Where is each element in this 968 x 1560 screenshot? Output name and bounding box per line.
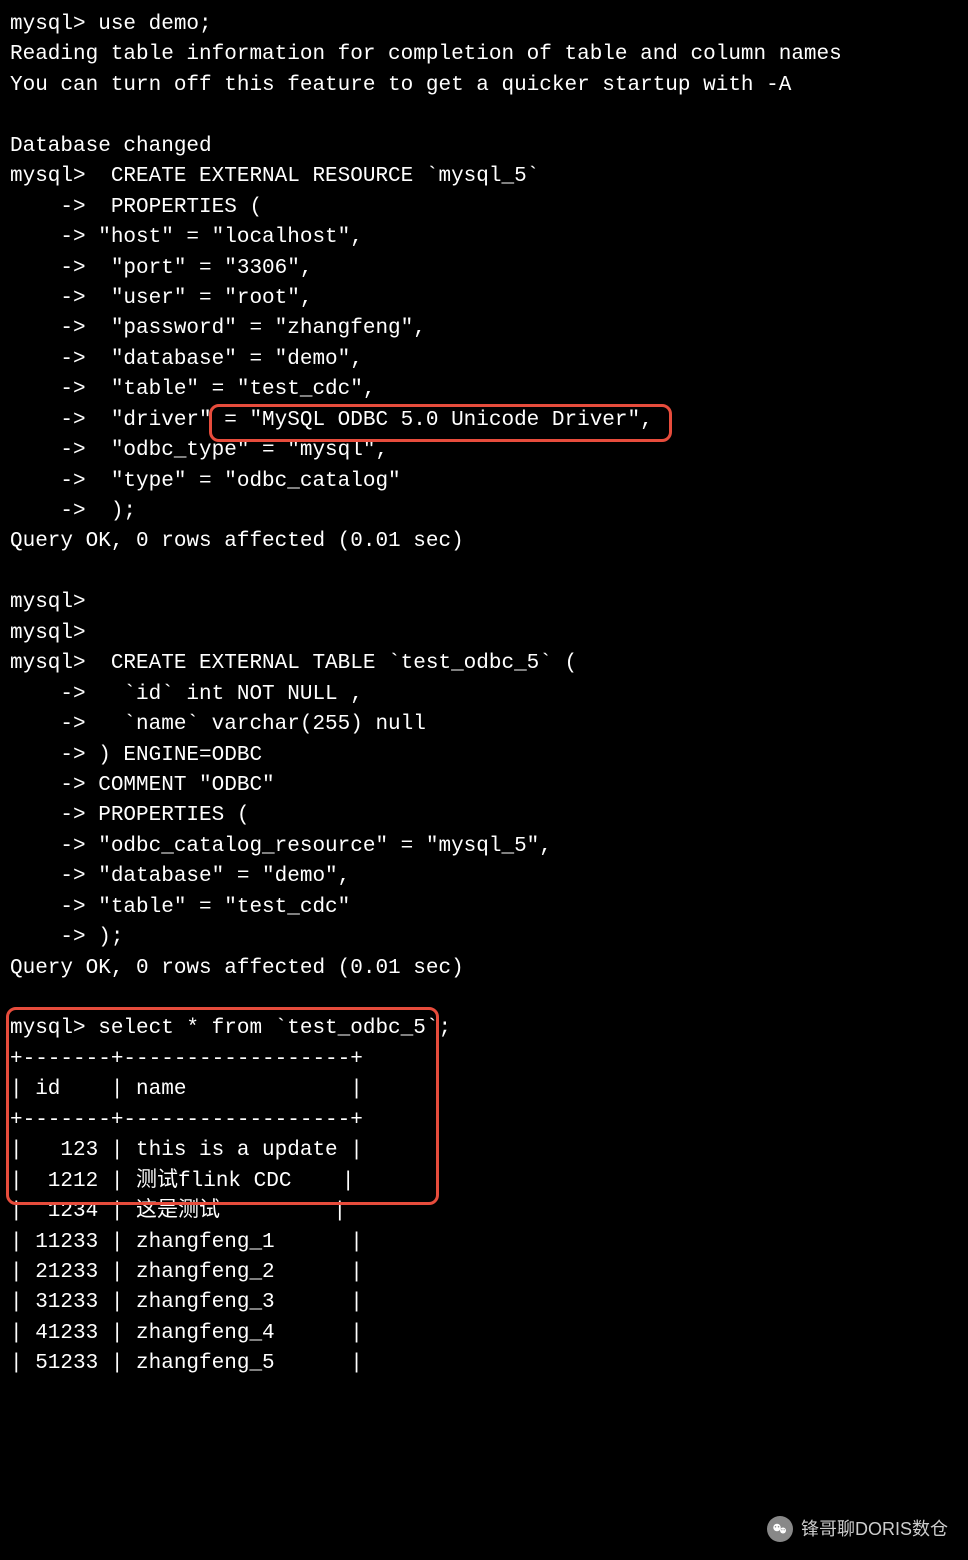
terminal-line: +-------+------------------+ [10,1048,363,1071]
terminal-line: -> ); [10,926,123,949]
terminal-line: -> ) ENGINE=ODBC [10,744,262,767]
terminal-line: mysql> use demo; [10,13,212,36]
terminal-line: | 21233 | zhangfeng_2 | [10,1261,363,1284]
terminal-line: Query OK, 0 rows affected (0.01 sec) [10,530,464,553]
terminal-line: +-------+------------------+ [10,1109,363,1132]
terminal-line: -> "host" = "localhost", [10,226,363,249]
terminal-line: -> "password" = "zhangfeng", [10,317,426,340]
terminal-line: Reading table information for completion… [10,43,842,66]
terminal-line: mysql> CREATE EXTERNAL RESOURCE `mysql_5… [10,165,539,188]
terminal-line: -> COMMENT "ODBC" [10,774,275,797]
terminal-line: Database changed [10,135,212,158]
terminal-line: -> ); [10,500,136,523]
terminal-line: | 11233 | zhangfeng_1 | [10,1231,363,1254]
terminal-line: You can turn off this feature to get a q… [10,74,791,97]
wechat-icon [767,1516,793,1542]
terminal-line: -> "table" = "test_cdc" [10,896,350,919]
terminal-line: | 41233 | zhangfeng_4 | [10,1322,363,1345]
terminal-line: | 51233 | zhangfeng_5 | [10,1352,363,1375]
terminal-line: mysql> CREATE EXTERNAL TABLE `test_odbc_… [10,652,577,675]
watermark: 锋哥聊DORIS数仓 [767,1516,948,1542]
terminal-line: | id | name | [10,1078,363,1101]
terminal-output[interactable]: mysql> use demo; Reading table informati… [10,10,958,1380]
terminal-line: -> "database" = "demo", [10,348,363,371]
terminal-line: -> "database" = "demo", [10,865,350,888]
terminal-line: mysql> select * from `test_odbc_5`; [10,1017,451,1040]
terminal-line: Query OK, 0 rows affected (0.01 sec) [10,957,464,980]
terminal-line: -> "driver" = "MySQL ODBC 5.0 Unicode Dr… [10,409,653,432]
terminal-line: | 1212 | 测试flink CDC | [10,1170,354,1193]
terminal-line: -> PROPERTIES ( [10,804,249,827]
terminal-line: mysql> [10,591,86,614]
terminal-line: -> "port" = "3306", [10,257,312,280]
watermark-text: 锋哥聊DORIS数仓 [801,1516,948,1542]
terminal-line: -> "odbc_type" = "mysql", [10,439,388,462]
terminal-line: -> `id` int NOT NULL , [10,683,363,706]
terminal-line: -> "odbc_catalog_resource" = "mysql_5", [10,835,552,858]
terminal-line: | 31233 | zhangfeng_3 | [10,1291,363,1314]
terminal-line: -> "type" = "odbc_catalog" [10,470,401,493]
terminal-line: -> PROPERTIES ( [10,196,262,219]
terminal-line: | 123 | this is a update | [10,1139,363,1162]
terminal-line: -> "user" = "root", [10,287,312,310]
terminal-line: | 1234 | 这是测试 | [10,1200,346,1223]
terminal-line: mysql> [10,622,86,645]
terminal-line: -> `name` varchar(255) null [10,713,426,736]
terminal-line: -> "table" = "test_cdc", [10,378,375,401]
